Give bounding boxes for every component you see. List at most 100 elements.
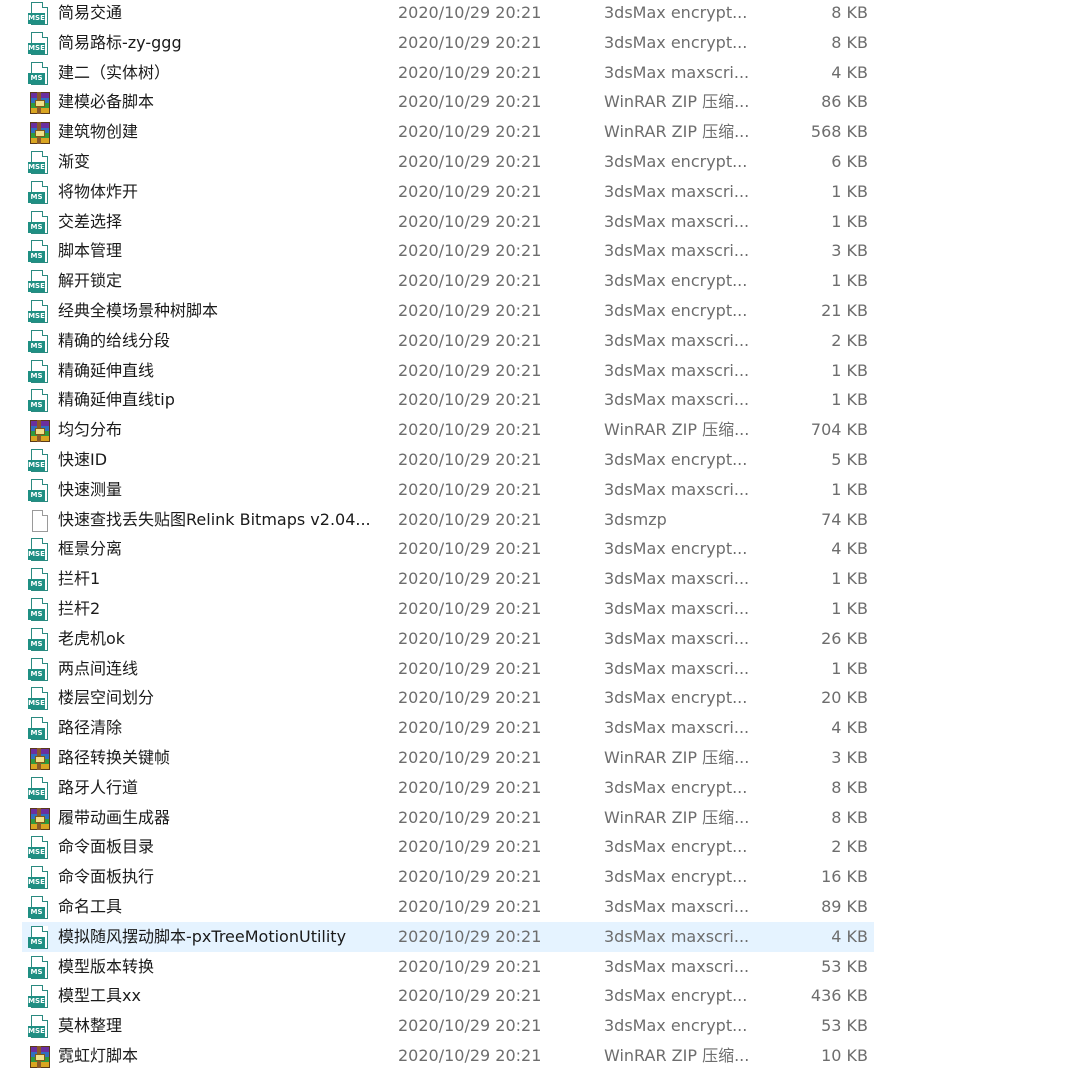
maxscript-file-icon: MS bbox=[28, 210, 50, 234]
file-date-modified: 2020/10/29 20:21 bbox=[398, 539, 542, 559]
file-row[interactable]: 均匀分布 2020/10/29 20:21 WinRAR ZIP 压缩... 704 … bbox=[22, 415, 874, 445]
maxscript-encrypted-file-icon: MSE bbox=[28, 2, 50, 25]
file-row[interactable]: MS 脚本管理 2020/10/29 20:21 3dsMax maxscri... 3… bbox=[22, 236, 874, 266]
file-size: 1 KB bbox=[831, 658, 868, 678]
file-date-modified: 2020/10/29 20:21 bbox=[398, 807, 542, 827]
file-row[interactable]: MS 精确的给线分段 2020/10/29 20:21 3dsMax maxscri.… bbox=[22, 326, 874, 356]
file-row[interactable]: 霓虹灯脚本 2020/10/29 20:21 WinRAR ZIP 压缩... 10 … bbox=[22, 1041, 874, 1071]
maxscript-encrypted-file-icon: MSE bbox=[28, 985, 50, 1009]
file-row[interactable]: MSE 简易路标-zy-ggg 2020/10/29 20:21 3dsMax enc… bbox=[22, 28, 874, 58]
file-row[interactable]: MSE 经典全模场景种树脚本 2020/10/29 20:21 3dsMax encr… bbox=[22, 296, 874, 326]
file-row[interactable]: MSE 莫林整理 2020/10/29 20:21 3dsMax encrypt...… bbox=[22, 1011, 874, 1041]
maxscript-file-icon: MS bbox=[28, 657, 50, 681]
file-name: 简易交通 bbox=[58, 3, 123, 22]
file-size: 4 KB bbox=[831, 539, 868, 559]
file-row[interactable]: MS 两点间连线 2020/10/29 20:21 3dsMax maxscri...… bbox=[22, 654, 874, 684]
file-row[interactable]: 路径转换关键帧 2020/10/29 20:21 WinRAR ZIP 压缩... 3… bbox=[22, 743, 874, 773]
file-date-modified: 2020/10/29 20:21 bbox=[398, 748, 542, 767]
file-size: 1 KB bbox=[831, 599, 868, 618]
file-row[interactable]: 履带动画生成器 2020/10/29 20:21 WinRAR ZIP 压缩... 8… bbox=[22, 803, 874, 833]
file-row[interactable]: 建模必备脚本 2020/10/29 20:21 WinRAR ZIP 压缩... 86… bbox=[22, 87, 874, 117]
file-size: 6 KB bbox=[831, 152, 868, 171]
file-type: 3dsMax encrypt... bbox=[604, 777, 748, 797]
file-date-modified: 2020/10/29 20:21 bbox=[398, 3, 542, 22]
file-date-modified: 2020/10/29 20:21 bbox=[398, 420, 542, 440]
file-row[interactable]: MS 交差选择 2020/10/29 20:21 3dsMax maxscri... 1… bbox=[22, 207, 874, 237]
file-name: 建二（实体树） bbox=[58, 62, 171, 82]
maxscript-file-icon: MS bbox=[28, 359, 50, 383]
file-type: 3dsMax maxscri... bbox=[604, 62, 750, 82]
maxscript-file-icon: MS bbox=[28, 61, 50, 85]
file-row[interactable]: MSE 路牙人行道 2020/10/29 20:21 3dsMax encrypt..… bbox=[22, 773, 874, 803]
file-name: 路牙人行道 bbox=[58, 777, 139, 797]
file-row[interactable]: MSE 模型工具xx 2020/10/29 20:21 3dsMax encrypt.… bbox=[22, 981, 874, 1011]
file-date-modified: 2020/10/29 20:21 bbox=[398, 1016, 542, 1036]
file-row[interactable]: 建筑物创建 2020/10/29 20:21 WinRAR ZIP 压缩... 568… bbox=[22, 117, 874, 147]
file-date-modified: 2020/10/29 20:21 bbox=[398, 658, 542, 678]
file-row[interactable]: MS 拦杆1 2020/10/29 20:21 3dsMax maxscri... 1 … bbox=[22, 564, 874, 594]
file-row[interactable]: MSE 命令面板执行 2020/10/29 20:21 3dsMax encrypt.… bbox=[22, 862, 874, 892]
file-date-modified: 2020/10/29 20:21 bbox=[398, 330, 542, 350]
maxscript-file-icon: MS bbox=[28, 568, 50, 592]
file-row[interactable]: MS 路径清除 2020/10/29 20:21 3dsMax maxscri... 4… bbox=[22, 713, 874, 743]
file-type: 3dsMax maxscri... bbox=[604, 956, 750, 976]
file-row[interactable]: MSE 命令面板目录 2020/10/29 20:21 3dsMax encrypt.… bbox=[22, 832, 874, 862]
file-size: 8 KB bbox=[831, 777, 868, 797]
file-size: 1 KB bbox=[831, 390, 868, 410]
file-row[interactable]: MS 精确延伸直线tip 2020/10/29 20:21 3dsMax maxscr… bbox=[22, 385, 874, 415]
file-name: 命令面板目录 bbox=[58, 837, 155, 857]
file-row[interactable]: MS 将物体炸开 2020/10/29 20:21 3dsMax maxscri...… bbox=[22, 177, 874, 207]
file-date-modified: 2020/10/29 20:21 bbox=[398, 32, 542, 52]
file-name: 精确的给线分段 bbox=[58, 330, 171, 350]
winrar-archive-icon bbox=[28, 419, 50, 443]
file-row[interactable]: MS 命名工具 2020/10/29 20:21 3dsMax maxscri... 8… bbox=[22, 892, 874, 922]
file-name: 快速ID bbox=[58, 450, 108, 469]
file-row[interactable]: MS 快速测量 2020/10/29 20:21 3dsMax maxscri... 1… bbox=[22, 475, 874, 505]
file-row[interactable]: MSE 快速ID 2020/10/29 20:21 3dsMax encrypt...… bbox=[22, 445, 874, 475]
file-row[interactable]: MSE 楼层空间划分 2020/10/29 20:21 3dsMax encrypt.… bbox=[22, 683, 874, 713]
file-type: WinRAR ZIP 压缩... bbox=[604, 1046, 750, 1065]
file-size: 26 KB bbox=[821, 628, 868, 648]
file-name: 履带动画生成器 bbox=[58, 807, 171, 827]
file-row[interactable]: MS 模型版本转换 2020/10/29 20:21 3dsMax maxscri..… bbox=[22, 952, 874, 982]
file-type: 3dsMax maxscri... bbox=[604, 926, 750, 946]
file-name: 两点间连线 bbox=[58, 658, 139, 678]
maxscript-encrypted-file-icon: MSE bbox=[28, 31, 50, 55]
winrar-archive-icon bbox=[28, 121, 50, 145]
file-size: 1 KB bbox=[831, 211, 868, 231]
file-date-modified: 2020/10/29 20:21 bbox=[398, 271, 542, 291]
maxscript-file-icon: MS bbox=[28, 180, 50, 204]
file-row[interactable]: MS 拦杆2 2020/10/29 20:21 3dsMax maxscri... 1 … bbox=[22, 594, 874, 624]
file-size: 86 KB bbox=[821, 92, 868, 112]
file-row[interactable]: MS 建二（实体树） 2020/10/29 20:21 3dsMax maxscri.… bbox=[22, 58, 874, 88]
file-date-modified: 2020/10/29 20:21 bbox=[398, 62, 542, 82]
file-row[interactable]: MS 老虎机ok 2020/10/29 20:21 3dsMax maxscri...… bbox=[22, 624, 874, 654]
maxscript-file-icon: MS bbox=[28, 329, 50, 353]
file-row[interactable]: MS 模拟随风摆动脚本-pxTreeMotionUtility 2020/10/29… bbox=[22, 921, 874, 952]
maxscript-encrypted-file-icon: MSE bbox=[28, 776, 50, 800]
winrar-archive-icon bbox=[28, 1045, 50, 1068]
file-row[interactable]: MSE 框景分离 2020/10/29 20:21 3dsMax encrypt...… bbox=[22, 534, 874, 564]
file-row[interactable]: MS 精确延伸直线 2020/10/29 20:21 3dsMax maxscri..… bbox=[22, 356, 874, 386]
file-size: 1 KB bbox=[831, 479, 868, 499]
file-name: 交差选择 bbox=[58, 211, 123, 231]
file-row[interactable]: MSE 渐变 2020/10/29 20:21 3dsMax encrypt... 6 … bbox=[22, 147, 874, 177]
file-row[interactable]: MSE 解开锁定 2020/10/29 20:21 3dsMax encrypt...… bbox=[22, 266, 874, 296]
file-type: 3dsMax maxscri... bbox=[604, 897, 750, 916]
file-list: MSE 简易交通 2020/10/29 20:21 3dsMax encrypt...… bbox=[0, 0, 1080, 1080]
file-type: 3dsMax maxscri... bbox=[604, 628, 750, 648]
maxscript-file-icon: MS bbox=[28, 955, 50, 979]
maxscript-file-icon: MS bbox=[28, 627, 50, 651]
file-name: 将物体炸开 bbox=[58, 181, 139, 201]
maxscript-file-icon: MS bbox=[28, 389, 50, 413]
file-type: 3dsMax maxscri... bbox=[604, 241, 750, 261]
file-type: 3dsMax maxscri... bbox=[604, 658, 750, 678]
file-row[interactable]: MSE 简易交通 2020/10/29 20:21 3dsMax encrypt...… bbox=[22, 0, 874, 28]
file-row[interactable]: 快速查找丢失贴图Relink Bitmaps v2.04... 2020/10/2… bbox=[22, 505, 874, 535]
file-type: WinRAR ZIP 压缩... bbox=[604, 807, 750, 827]
file-type: 3dsMax encrypt... bbox=[604, 539, 748, 559]
file-date-modified: 2020/10/29 20:21 bbox=[398, 390, 542, 410]
file-type: 3dsMax encrypt... bbox=[604, 271, 748, 291]
file-date-modified: 2020/10/29 20:21 bbox=[398, 837, 542, 857]
file-size: 8 KB bbox=[831, 3, 868, 22]
